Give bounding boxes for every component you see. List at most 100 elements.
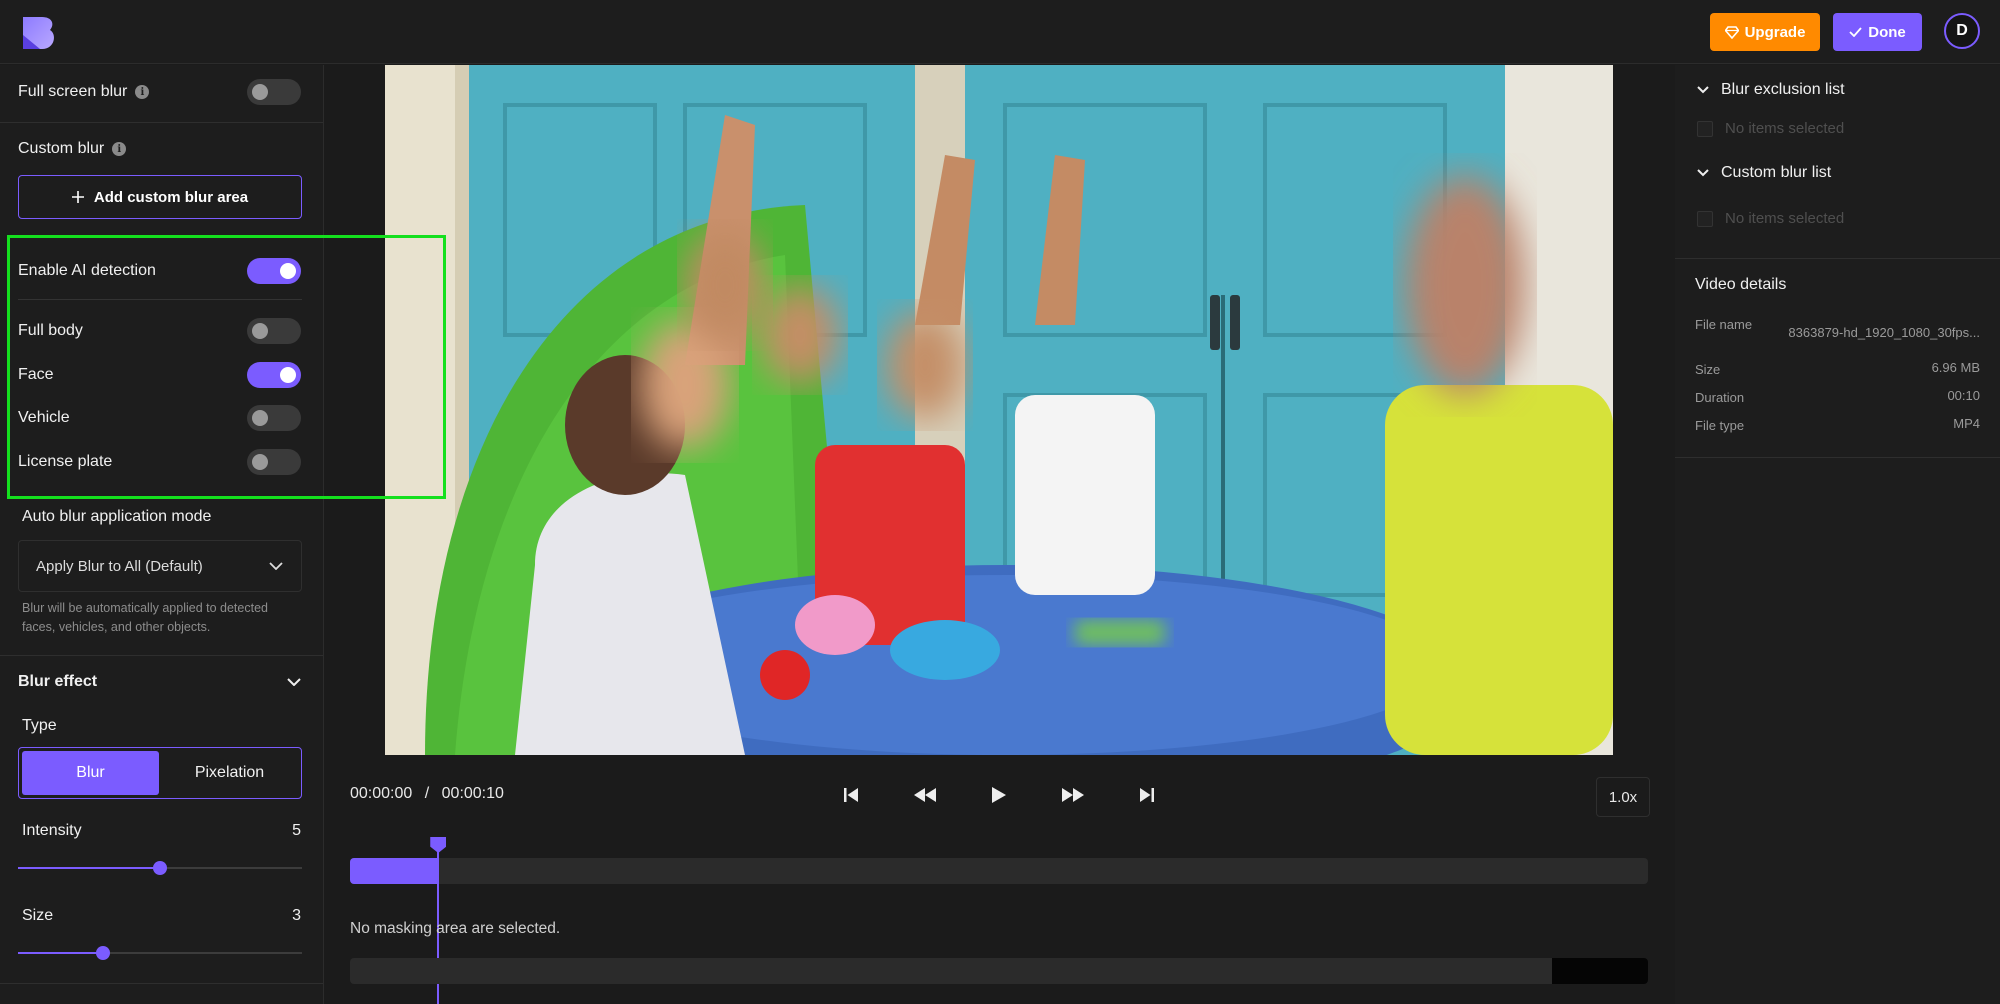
rewind-button[interactable] [909,780,941,810]
check-icon [1849,27,1862,37]
size-value: 3 [292,907,301,924]
app-logo-icon[interactable] [20,15,58,51]
blur-exclusion-list-header[interactable]: Blur exclusion list [1697,81,1845,99]
blur-effect-title: Blur effect [18,673,98,690]
custom-blur-label: Custom blur [18,140,105,157]
info-icon[interactable]: i [135,85,150,99]
done-label: Done [1868,23,1906,41]
slider-fill [18,952,104,954]
ai-option-label: Face [18,366,54,383]
video-details-title: Video details [1695,276,1787,293]
blur-type-pixelation[interactable]: Pixelation [161,751,298,795]
ai-option-face: Face [18,362,301,388]
custom-blur-list-header[interactable]: Custom blur list [1697,164,1831,182]
top-bar: Upgrade Done D [0,0,2000,64]
auto-blur-mode-select[interactable]: Apply Blur to All (Default) [18,540,302,592]
type-label: Type [22,717,57,734]
avatar[interactable]: D [1944,13,1980,49]
enable-ai-detection-toggle[interactable] [247,258,301,284]
size-label: Size [22,907,54,924]
video-detail-row: File name 8363879-hd_1920_1080_30fps... [1695,315,1980,340]
blur-type-blur[interactable]: Blur [22,751,159,795]
size-row: Size 3 [22,907,301,925]
skip-to-end-button[interactable] [1131,780,1163,810]
masking-track-end [1552,958,1648,984]
size-slider[interactable] [18,946,302,960]
fast-forward-button[interactable] [1057,780,1089,810]
intensity-value: 5 [292,822,301,839]
face-toggle[interactable] [247,362,301,388]
blur-exclusion-empty-row: No items selected [1697,120,1844,137]
video-detail-row: File type MP4 [1695,416,1980,435]
ai-option-label: Vehicle [18,409,70,426]
upgrade-label: Upgrade [1744,23,1806,41]
ai-option-label: License plate [18,453,113,470]
custom-blur-empty-row: No items selected [1697,210,1844,227]
ai-option-full-body: Full body [18,318,301,344]
enable-ai-detection-label: Enable AI detection [18,262,156,279]
skip-to-start-icon [844,788,858,802]
chevron-down-icon [1697,169,1709,177]
divider [18,299,302,300]
video-detail-row: Size 6.96 MB [1695,360,1980,379]
plus-icon [71,191,84,203]
play-button[interactable] [983,780,1015,810]
detail-value: MP4 [1953,416,1980,431]
full-screen-blur-row: Full screen blur i [18,79,301,105]
play-icon [992,787,1006,803]
full-screen-blur-toggle[interactable] [247,79,301,105]
auto-blur-helper-text: Blur will be automatically applied to de… [22,601,268,634]
timeline-track[interactable] [350,858,1648,884]
info-icon[interactable]: i [112,142,127,156]
detail-value: 00:10 [1947,388,1980,403]
intensity-row: Intensity 5 [22,822,301,840]
done-button[interactable]: Done [1833,13,1922,51]
diamond-icon [1724,25,1739,39]
editor-center: 00:00:00 / 00:00:10 1.0x No masking area… [325,65,1674,1004]
time-display: 00:00:00 / 00:00:10 [350,785,504,803]
rewind-icon [914,788,936,802]
blur-effect-header[interactable]: Blur effect [18,673,301,691]
current-time: 00:00:00 [350,785,413,802]
upgrade-button[interactable]: Upgrade [1710,13,1820,51]
add-custom-blur-area-button[interactable]: Add custom blur area [18,175,302,219]
blur-type-segmented: Blur Pixelation [18,747,302,799]
vehicle-toggle[interactable] [247,405,301,431]
type-label-row: Type [22,717,301,735]
auto-blur-mode-label-row: Auto blur application mode [22,508,301,526]
slider-thumb[interactable] [96,946,111,960]
detail-key: File name [1695,317,1753,332]
video-preview[interactable] [385,65,1613,755]
add-custom-blur-area-label: Add custom blur area [93,188,249,206]
intensity-slider[interactable] [18,861,302,875]
chevron-down-icon [287,678,301,686]
auto-blur-mode-label: Auto blur application mode [22,508,212,525]
playhead-handle[interactable] [430,837,447,853]
enable-ai-detection-row: Enable AI detection [18,258,301,284]
video-detail-row: Duration 00:10 [1695,388,1980,407]
timeline-progress [350,858,439,884]
chevron-down-icon [1697,86,1709,94]
masking-track[interactable] [350,958,1648,984]
skip-to-start-button[interactable] [835,780,867,810]
license-plate-toggle[interactable] [247,449,301,475]
duration: 00:00:10 [441,785,504,802]
ai-option-vehicle: Vehicle [18,405,301,431]
intensity-label: Intensity [22,822,82,839]
playback-speed-button[interactable]: 1.0x [1596,777,1650,817]
blur-exclusion-empty-text: No items selected [1725,120,1845,137]
checkbox[interactable] [1697,120,1713,137]
detail-value: 8363879-hd_1920_1080_30fps... [1788,325,1980,340]
full-screen-blur-label: Full screen blur [18,83,128,100]
checkbox[interactable] [1697,210,1713,227]
detail-key: Size [1695,362,1721,377]
left-panel: Full screen blur i Custom blur i Add cus… [0,65,324,1004]
chevron-down-icon [269,562,283,570]
detail-key: Duration [1695,390,1745,405]
divider [0,983,323,984]
slider-thumb[interactable] [153,861,167,875]
ai-option-label: Full body [18,322,83,339]
full-body-toggle[interactable] [247,318,301,344]
divider [1675,258,2000,259]
detail-value: 6.96 MB [1931,360,1980,375]
